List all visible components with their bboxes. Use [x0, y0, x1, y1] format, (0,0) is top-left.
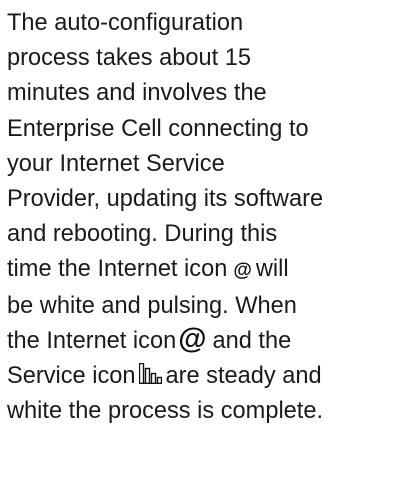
- text-line: Enterprise Cell connecting to: [7, 115, 309, 142]
- internet-icon: @: [233, 260, 252, 282]
- text-line: The auto-configuration: [7, 10, 244, 36]
- instruction-paragraph: The auto-configuration process takes abo…: [0, 0, 417, 483]
- text-line: white the process is complete.: [7, 398, 324, 425]
- text-fragment: Service icon: [7, 363, 136, 390]
- text-line: Provider, updating its software: [7, 186, 324, 213]
- text-fragment: the Internet icon: [7, 327, 177, 354]
- text-fragment: time the Internet icon: [7, 256, 228, 283]
- text-line: time the Internet icon @ will: [7, 252, 411, 288]
- text-line: your Internet Service: [7, 150, 225, 177]
- text-fragment: and the: [212, 327, 292, 354]
- text-line: Service icon are steady and: [7, 359, 411, 394]
- internet-icon: @: [178, 322, 207, 355]
- text-fragment: are steady and: [165, 363, 322, 390]
- text-fragment: will: [255, 256, 289, 283]
- text-line: and rebooting. During this: [7, 221, 278, 248]
- text-line: be white and pulsing. When: [7, 292, 297, 319]
- service-icon: [138, 360, 162, 395]
- text-line: process takes about 15: [7, 45, 251, 72]
- text-line: the Internet icon@ and the: [7, 324, 411, 359]
- text-line: minutes and involves the: [7, 80, 267, 107]
